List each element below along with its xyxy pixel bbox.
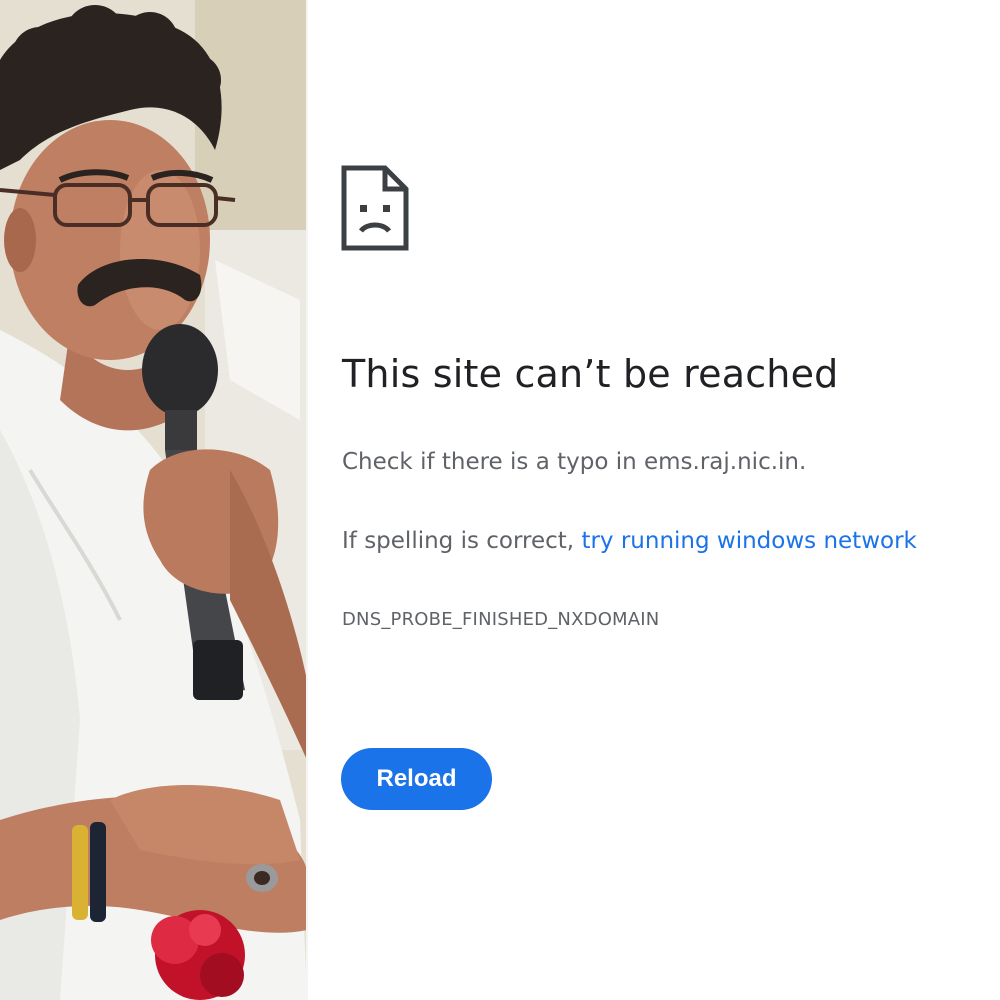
error-headline: This site can’t be reached [342, 352, 839, 396]
sad-file-icon [341, 165, 409, 251]
spelling-suggestion: If spelling is correct, try running wind… [342, 528, 917, 554]
reload-button[interactable]: Reload [341, 748, 492, 810]
network-diagnostics-link[interactable]: try running windows network [581, 528, 916, 554]
browser-error-page: This site can’t be reached Check if ther… [308, 0, 1000, 1000]
spelling-prefix: If spelling is correct, [342, 528, 582, 554]
composite-screenshot: This site can’t be reached Check if ther… [0, 0, 1000, 1000]
speaker-photo [0, 0, 307, 1000]
speaker-illustration [0, 0, 307, 1000]
typo-suffix: . [799, 449, 807, 475]
error-code: DNS_PROBE_FINISHED_NXDOMAIN [342, 609, 660, 630]
typo-suggestion: Check if there is a typo in ems.raj.nic.… [342, 449, 806, 475]
typo-prefix: Check if there is a typo in [342, 449, 644, 475]
requested-host: ems.raj.nic.in [644, 449, 799, 475]
